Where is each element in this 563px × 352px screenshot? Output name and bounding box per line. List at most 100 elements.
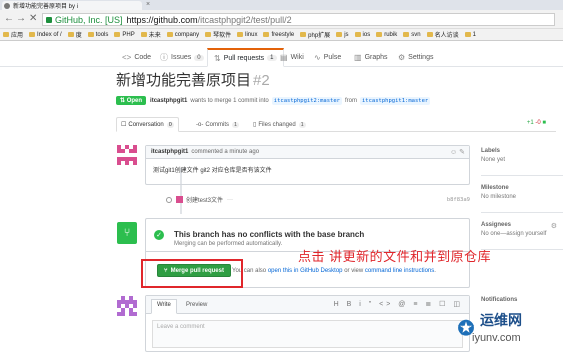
- pr-tabs: ☐ Conversation 0 -o- Commits 1 ▯ Files c…: [116, 115, 556, 132]
- avatar[interactable]: [117, 296, 137, 316]
- bookmark-label: 名人访谈: [434, 33, 459, 39]
- assignees-value[interactable]: No one—assign yourself: [481, 231, 563, 237]
- bookmark-item[interactable]: php扩展: [300, 30, 330, 39]
- milestone-value: No milestone: [481, 194, 517, 200]
- browser-tab-bar: 新增功能完善原项目 by i ×: [0, 0, 563, 10]
- commit-expand-button[interactable]: ···: [227, 197, 233, 203]
- tab-files-changed[interactable]: ▯ Files changed 1: [253, 117, 306, 132]
- diffstat-bar-icon: ■: [542, 120, 546, 126]
- bookmark-label: tools: [95, 31, 109, 38]
- bookmark-item[interactable]: 琴软件: [205, 30, 231, 39]
- commits-count: 1: [232, 121, 240, 128]
- tab-pulse[interactable]: ∿ Pulse: [314, 48, 341, 67]
- folder-icon: [114, 32, 121, 37]
- comment-textarea[interactable]: Leave a comment: [152, 320, 463, 348]
- bookmark-item[interactable]: js: [336, 31, 349, 38]
- tab-conversation-label: Conversation: [128, 121, 164, 128]
- bookmark-item[interactable]: PHP: [114, 32, 135, 38]
- base-branch[interactable]: itcastphpgit2:master: [271, 96, 342, 105]
- folder-icon: [464, 32, 471, 37]
- bookmark-label: 度: [75, 33, 82, 39]
- sidebar-assignees: Assignees No one—assign yourself ⚙: [481, 222, 563, 250]
- back-icon[interactable]: ←: [4, 13, 14, 24]
- bookmark-item[interactable]: 1: [464, 32, 476, 38]
- bookmark-item[interactable]: ios: [354, 32, 370, 38]
- commit-sha[interactable]: b8f83a9: [447, 197, 470, 203]
- bookmark-label: 琴软件: [213, 33, 232, 39]
- tab-conversation[interactable]: ☐ Conversation 0: [116, 117, 179, 132]
- stop-icon[interactable]: ✕: [29, 13, 37, 24]
- command-line-link[interactable]: command line instructions: [365, 268, 434, 274]
- issues-count: 0: [194, 54, 204, 61]
- tab-code[interactable]: <> Code: [122, 48, 151, 67]
- gear-icon[interactable]: ⚙: [551, 222, 557, 230]
- bookmark-item[interactable]: 度: [67, 30, 82, 39]
- bookmark-item[interactable]: rubik: [376, 32, 397, 38]
- tab-wiki[interactable]: ▤ Wiki: [280, 48, 304, 67]
- tab-wiki-label: Wiki: [290, 54, 304, 61]
- tab-settings[interactable]: ⚙ Settings: [398, 48, 433, 67]
- tab-code-label: Code: [134, 54, 152, 61]
- github-favicon-icon: [4, 2, 10, 9]
- issue-icon: ⓘ: [160, 53, 168, 62]
- tab-graphs[interactable]: ▥ Graphs: [354, 48, 388, 67]
- merge-status-subtitle: Merging can be performed automatically.: [174, 241, 283, 247]
- commit-avatar[interactable]: [176, 196, 183, 203]
- annotation-text: 点击 讲更新的文件和并到原仓库: [298, 249, 492, 264]
- bookmark-label: php扩展: [308, 33, 331, 39]
- folder-icon: [29, 32, 36, 37]
- sidebar-notifications: Notifications: [481, 297, 563, 307]
- new-comment-tabs: Write Preview H B i " <> @ ≡ ≣ ☐ ◫: [146, 296, 469, 314]
- bookmark-label: 应用: [11, 33, 24, 39]
- bookmark-item[interactable]: 未来: [140, 30, 161, 39]
- tab-graphs-label: Graphs: [364, 54, 388, 61]
- comment-time[interactable]: commented a minute ago: [191, 149, 259, 155]
- markdown-toolbar[interactable]: H B i " <> @ ≡ ≣ ☐ ◫: [334, 300, 463, 308]
- folder-icon: [336, 32, 343, 37]
- merge-note-mid: or view: [344, 268, 364, 274]
- bookmark-item[interactable]: company: [166, 32, 199, 38]
- from-text: from: [345, 97, 357, 104]
- merge-note-suffix: .: [434, 268, 436, 274]
- reaction-icon[interactable]: ☺: [450, 149, 457, 156]
- url-path: /itcastphpgit2/test/pull/2: [197, 14, 292, 25]
- bookmark-label: 未来: [148, 33, 161, 39]
- tab-pull-requests[interactable]: ⇅ Pull requests 1: [207, 48, 284, 67]
- bookmark-item[interactable]: svn: [403, 32, 421, 38]
- bookmark-item[interactable]: 应用: [3, 30, 23, 39]
- comment-author[interactable]: itcastphpgit1: [151, 149, 188, 155]
- tab-write[interactable]: Write: [151, 299, 177, 314]
- head-branch[interactable]: itcastphpgit1:master: [360, 96, 431, 105]
- pr-author[interactable]: itcastphpgit1: [150, 98, 187, 104]
- address-bar[interactable]: GitHub, Inc. [US] https://github.com /it…: [42, 13, 555, 26]
- forward-icon[interactable]: →: [16, 13, 26, 24]
- comment-box: itcastphpgit1 commented a minute ago ☺ ✎…: [145, 145, 470, 185]
- bookmark-item[interactable]: linux: [237, 32, 257, 38]
- browser-toolbar: ← → ✕ GitHub, Inc. [US] https://github.c…: [0, 10, 563, 29]
- edit-icon[interactable]: ✎: [459, 149, 465, 156]
- pull-request-icon: ⇅: [214, 53, 221, 63]
- bookmark-item[interactable]: freestyle: [263, 32, 294, 38]
- close-tab-icon[interactable]: ×: [146, 1, 150, 8]
- commit-icon: -o-: [196, 121, 204, 128]
- folder-icon: [67, 32, 74, 37]
- ev-certificate[interactable]: GitHub, Inc. [US]: [55, 15, 123, 25]
- tab-preview[interactable]: Preview: [181, 300, 212, 310]
- bookmark-item[interactable]: tools: [87, 31, 109, 38]
- comment-header: itcastphpgit1 commented a minute ago ☺ ✎: [146, 146, 469, 159]
- bookmark-item[interactable]: Index of /: [29, 32, 62, 38]
- tab-commits[interactable]: -o- Commits 1: [196, 117, 240, 132]
- bookmark-item[interactable]: 名人访谈: [426, 30, 459, 39]
- open-in-desktop-link[interactable]: open this in GitHub Desktop: [268, 268, 343, 274]
- bookmark-label: js: [344, 31, 349, 38]
- commit-message[interactable]: 创建test3文件: [186, 195, 223, 204]
- tab-files-label: Files changed: [258, 121, 296, 128]
- avatar[interactable]: [117, 145, 137, 165]
- status-badge-label: Open: [126, 98, 143, 104]
- folder-icon: [87, 32, 94, 37]
- tab-issues[interactable]: ⓘ Issues 0: [160, 48, 204, 67]
- browser-tab[interactable]: 新增功能完善原项目 by i: [2, 1, 142, 10]
- comment-actions: ☺ ✎: [450, 148, 465, 156]
- conversation-icon: ☐: [121, 122, 127, 128]
- tab-pulse-label: Pulse: [323, 54, 342, 61]
